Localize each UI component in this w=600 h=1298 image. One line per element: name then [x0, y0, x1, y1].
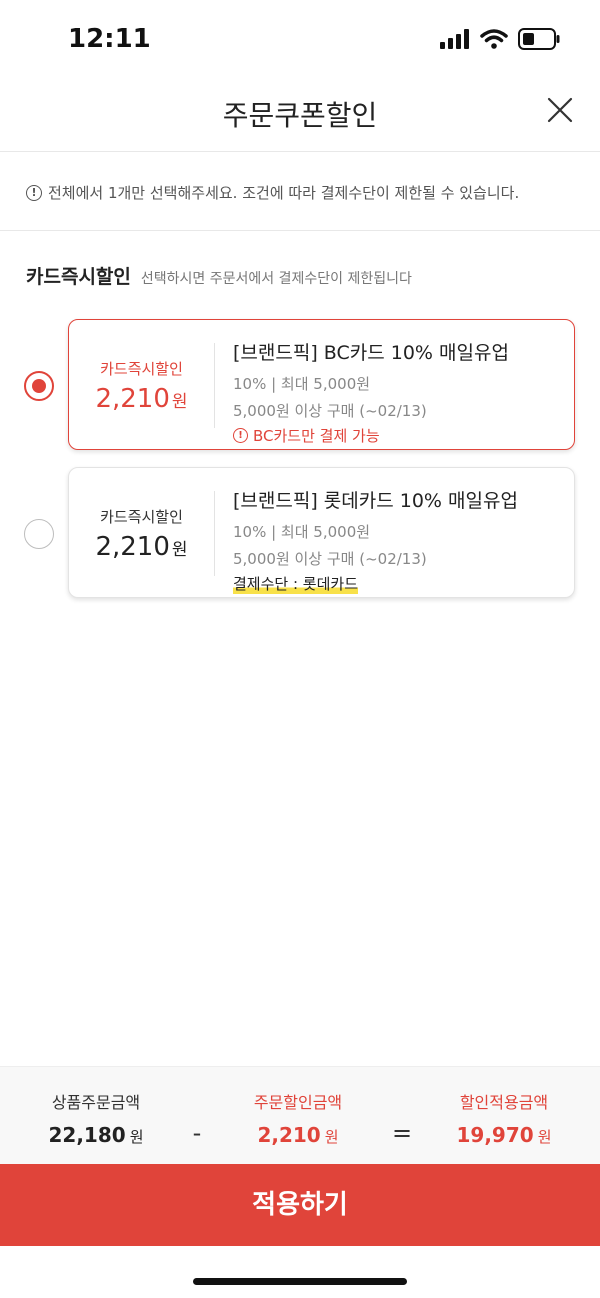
section-title: 카드즉시할인 — [26, 266, 131, 288]
page-title: 주문쿠폰할인 — [222, 99, 378, 132]
coupon-discount-box: 카드즉시할인 2,210 원 — [69, 468, 214, 597]
coupon-title: [브랜드픽] 롯데카드 10% 매일유업 — [233, 490, 518, 512]
battery-icon — [518, 28, 560, 50]
discount-amount-label: 주문할인금액 — [253, 1093, 343, 1112]
coupon-card-lotte[interactable]: 카드즉시할인 2,210 원 [브랜드픽] 롯데카드 10% 매일유업 10% |… — [68, 467, 575, 598]
home-indicator — [193, 1278, 407, 1285]
coupon-payment-method: 결제수단 : 롯데카드 — [233, 573, 358, 594]
modal-header: 주문쿠폰할인 — [0, 80, 600, 152]
status-bar: 12:11 — [0, 0, 600, 80]
coupon-amount: 2,210 원 — [69, 532, 214, 562]
info-icon: ! — [26, 184, 42, 201]
final-amount-label: 할인적용금액 — [459, 1093, 549, 1112]
coupon-warning-text: BC카드만 결제 가능 — [253, 427, 380, 445]
coupon-card-bc[interactable]: 카드즉시할인 2,210 원 [브랜드픽] BC카드 10% 매일유업 10% |… — [68, 319, 575, 450]
price-summary: 상품주문금액 22,180 원 - 주문할인금액 2,210 원 = 할인적용금액 … — [0, 1066, 600, 1164]
status-time: 12:11 — [68, 24, 151, 54]
final-amount: 할인적용금액 19,970 원 — [424, 1089, 584, 1147]
wifi-icon — [480, 29, 508, 49]
product-amount-label: 상품주문금액 — [51, 1093, 141, 1112]
final-amount-number: 19,970 — [456, 1123, 534, 1147]
coupon-discount-box: 카드즉시할인 2,210 원 — [69, 320, 214, 449]
equals-sign: = — [391, 1119, 413, 1147]
discount-amount: 주문할인금액 2,210 원 — [218, 1089, 378, 1147]
coupon-condition: 5,000원 이상 구매 (~02/13) — [233, 402, 427, 420]
coupon-radio-bc[interactable] — [24, 371, 54, 401]
product-amount: 상품주문금액 22,180 원 — [16, 1089, 176, 1147]
notice: ! 전체에서 1개만 선택해주세요. 조건에 따라 결제수단이 제한될 수 있습… — [26, 182, 519, 203]
section-header: 카드즉시할인 선택하시면 주문서에서 결제수단이 제한됩니다 — [26, 262, 412, 289]
status-icons — [440, 28, 560, 50]
section-subtitle: 선택하시면 주문서에서 결제수단이 제한됩니다 — [140, 271, 412, 287]
currency-unit: 원 — [129, 1128, 144, 1146]
coupon-amount-unit: 원 — [171, 540, 188, 560]
currency-unit: 원 — [324, 1128, 339, 1146]
final-amount-value: 19,970 원 — [424, 1123, 584, 1147]
coupon-rate: 10% | 최대 5,000원 — [233, 523, 371, 541]
coupon-amount-unit: 원 — [171, 392, 188, 412]
coupon-type-label: 카드즉시할인 — [100, 508, 183, 526]
coupon-payment-row: 결제수단 : 롯데카드 — [233, 569, 564, 594]
minus-sign: - — [192, 1119, 202, 1147]
card-divider — [214, 343, 215, 428]
product-amount-value: 22,180 원 — [16, 1123, 176, 1147]
cellular-signal-icon — [440, 29, 469, 49]
coupon-details: [브랜드픽] 롯데카드 10% 매일유업 10% | 최대 5,000원 5,0… — [233, 486, 564, 594]
warning-icon: ! — [233, 428, 248, 443]
notice-bar: ! 전체에서 1개만 선택해주세요. 조건에 따라 결제수단이 제한될 수 있습… — [0, 153, 600, 231]
coupon-amount-value: 2,210 — [95, 384, 170, 414]
coupon-warning: ! BC카드만 결제 가능 — [233, 425, 564, 446]
coupon-rate: 10% | 최대 5,000원 — [233, 375, 371, 393]
close-icon — [547, 97, 573, 123]
discount-amount-value: 2,210 원 — [218, 1123, 378, 1147]
coupon-amount-value: 2,210 — [95, 532, 170, 562]
apply-button[interactable]: 적용하기 — [0, 1164, 600, 1246]
card-divider — [214, 491, 215, 576]
notice-text: 전체에서 1개만 선택해주세요. 조건에 따라 결제수단이 제한될 수 있습니다… — [48, 184, 520, 202]
coupon-condition: 5,000원 이상 구매 (~02/13) — [233, 550, 427, 568]
coupon-radio-lotte[interactable] — [24, 519, 54, 549]
discount-amount-number: 2,210 — [257, 1123, 321, 1147]
coupon-details: [브랜드픽] BC카드 10% 매일유업 10% | 최대 5,000원 5,0… — [233, 338, 564, 446]
coupon-amount: 2,210 원 — [69, 384, 214, 414]
close-button[interactable] — [544, 94, 576, 126]
currency-unit: 원 — [537, 1128, 552, 1146]
product-amount-number: 22,180 — [48, 1123, 126, 1147]
coupon-type-label: 카드즉시할인 — [100, 360, 183, 378]
coupon-title: [브랜드픽] BC카드 10% 매일유업 — [233, 342, 509, 364]
